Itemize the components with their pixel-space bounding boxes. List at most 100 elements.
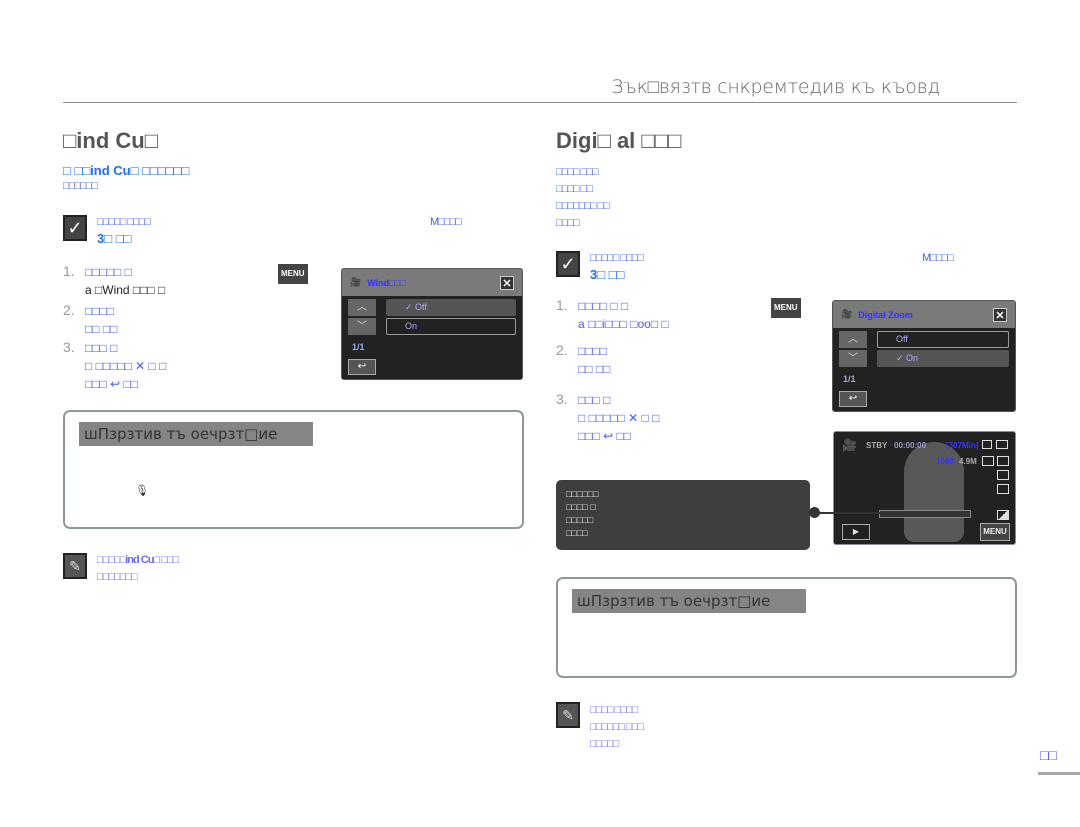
page-indicator: 1/1 — [352, 342, 365, 352]
remaining-time: [307Min] — [946, 441, 979, 450]
step-text: □□□ ↩ □□ — [85, 377, 138, 391]
option-off[interactable]: Off — [877, 331, 1009, 348]
wind-icon — [997, 470, 1009, 480]
menu-button-icon: MENU — [278, 264, 308, 284]
tip-box-right: шПзрзтив тъ оечрзт□ие — [556, 577, 1017, 678]
step-number: 3. — [556, 391, 568, 407]
callout-text: □□□□□ — [566, 515, 594, 525]
intro-left: □ □□ind Cu□ □□□□□□ □□□□□□ — [63, 163, 189, 195]
back-button[interactable]: ↩ — [348, 359, 376, 375]
option-off[interactable]: ✓ Off — [386, 299, 516, 316]
playback-button[interactable]: ▶ — [842, 524, 870, 540]
note-text: □□□□□□□ — [97, 571, 138, 583]
stabilizer-icon — [997, 484, 1009, 494]
step-text: □□□ □ — [85, 341, 118, 355]
step-text: □□□□ — [578, 344, 607, 358]
intro-line: □□□□ □□ — [556, 183, 593, 195]
header-divider — [63, 102, 1017, 103]
step-text: □ □□□□□ ✕ □ □ — [578, 411, 660, 425]
intro-line: □□□□ — [556, 217, 580, 229]
screen-title: Digital Zoom — [858, 309, 913, 320]
note-icon: ✎ — [556, 702, 580, 728]
screen-title: Wind□□□ — [367, 277, 406, 288]
page-bar — [1038, 772, 1080, 775]
skater-image — [904, 442, 964, 542]
option-on[interactable]: ✓ On — [877, 350, 1009, 367]
zoom-icon — [997, 510, 1009, 520]
intro-line: □□□□□□□ □□ — [556, 200, 610, 212]
wind-cut-menu-screen: 🎥 Wind□□□ ✕ ︿ ﹀ ✓ Off On 1/1 ↩ — [341, 268, 523, 380]
check-text: M□□□□ — [430, 216, 462, 228]
check-text: □□□□□ □□□□ — [590, 252, 644, 264]
tip-box-left: шПзрзтив тъ оечрзт□ие 🎙 — [63, 410, 524, 529]
note-text: □□□□□□ □□□ — [590, 721, 644, 733]
card-icon — [982, 440, 992, 449]
page-number: □□ — [1040, 747, 1057, 763]
camera-icon: 🎥 — [350, 277, 362, 287]
scroll-up-button[interactable]: ︿ — [839, 331, 867, 348]
note-left: □□□□□ind Cu□ □□□ □□□□□□□ — [97, 552, 179, 586]
check-icon: ✓ — [63, 215, 87, 241]
step-number: 1. — [63, 263, 75, 279]
steps-right: 1. □□□□ □ □ MENU a □□i□□□ □oo□ □ 2. □□□□ □□… — [556, 296, 826, 445]
step-text: □□ □□ — [85, 322, 118, 336]
callout-text: □□□□ □ — [566, 502, 596, 512]
scroll-down-button[interactable]: ﹀ — [348, 318, 376, 335]
note-icon: ✎ — [63, 553, 87, 579]
full-hd-icon — [997, 456, 1009, 466]
check-text: M□□□□ — [922, 252, 954, 264]
intro-right: □□□□ □□□ □□□□ □□ □□□□□□□ □□ □□□□ — [556, 164, 610, 232]
check-text: 3□ □□ — [97, 231, 132, 246]
camera-mode-icon: 🎥 — [842, 438, 857, 452]
menu-button[interactable]: MENU — [980, 523, 1010, 541]
close-icon[interactable]: ✕ — [993, 307, 1007, 322]
step-text: □□ □□ — [578, 362, 611, 376]
back-button[interactable]: ↩ — [839, 391, 867, 407]
step-text: □□□□□ □ — [85, 265, 132, 279]
check-text: □□□□□ □□□□ — [97, 216, 151, 228]
scroll-down-button[interactable]: ﹀ — [839, 350, 867, 367]
option-on[interactable]: On — [386, 318, 516, 335]
step-text: □□□□ — [85, 304, 114, 318]
page-header-title: Зък□вязтв снкремтедив къ къовд — [611, 76, 940, 98]
note-text: □□□□ □□□□ — [590, 704, 638, 716]
page-indicator: 1/1 — [843, 374, 856, 384]
step-number: 2. — [556, 342, 568, 358]
callout-line — [810, 512, 880, 514]
check-icon: ✓ — [556, 251, 580, 277]
step-number: 2. — [63, 302, 75, 318]
check-text: 3□ □□ — [590, 267, 625, 282]
step-number: 3. — [63, 339, 75, 355]
tip-title: шПзрзтив тъ оечрзт□ие — [572, 589, 806, 613]
step-text: □□□ □ — [578, 393, 611, 407]
intro-line: □ □□ind Cu□ □□□□□□ — [63, 163, 190, 178]
time-counter: 00:00:00 — [894, 441, 927, 450]
callout-text: □□□□ — [566, 528, 588, 538]
zoom-callout: □□□□□□ □□□□ □ □□□□□ □□□□ — [556, 480, 810, 550]
zoom-bar — [879, 510, 971, 518]
intro-line: □□□□□□ — [63, 180, 98, 192]
step-text: □□□ ↩ □□ — [578, 429, 631, 443]
step-text: □ □□□□□ ✕ □ □ — [85, 359, 167, 373]
close-icon[interactable]: ✕ — [500, 275, 514, 290]
status-text: STBY — [866, 441, 888, 450]
menu-button-icon: MENU — [771, 298, 801, 318]
section-title-digital-zoom: Digi□ al □□□ — [556, 128, 682, 153]
steps-left: 1. □□□□□ □ MENU a □Wind □□□ □ 2. □□□□ □□ □□… — [63, 262, 333, 393]
wind-cut-icon: 🎙 — [135, 485, 149, 497]
step-number: 1. — [556, 297, 568, 313]
tip-title: шПзрзтив тъ оечрзт□ие — [79, 422, 313, 446]
resolution: 1080 — [936, 457, 954, 466]
option-label: On — [906, 353, 919, 363]
scroll-up-button[interactable]: ︿ — [348, 299, 376, 316]
note-text: □□□□□ — [590, 738, 619, 750]
option-label: On — [405, 321, 418, 331]
battery-icon — [996, 440, 1008, 449]
option-label: Off — [896, 334, 908, 344]
callout-text: □□□□□□ — [566, 489, 599, 499]
photo-resolution: 4.9M — [959, 457, 977, 466]
note-text: □□□□□ind Cu□ □□□ — [97, 554, 179, 566]
digital-zoom-menu-screen: 🎥 Digital Zoom ✕ ︿ ﹀ Off ✓ On 1/1 ↩ — [832, 300, 1016, 412]
option-label: Off — [415, 302, 427, 312]
step-text: □□□□ □ □ — [578, 299, 629, 313]
